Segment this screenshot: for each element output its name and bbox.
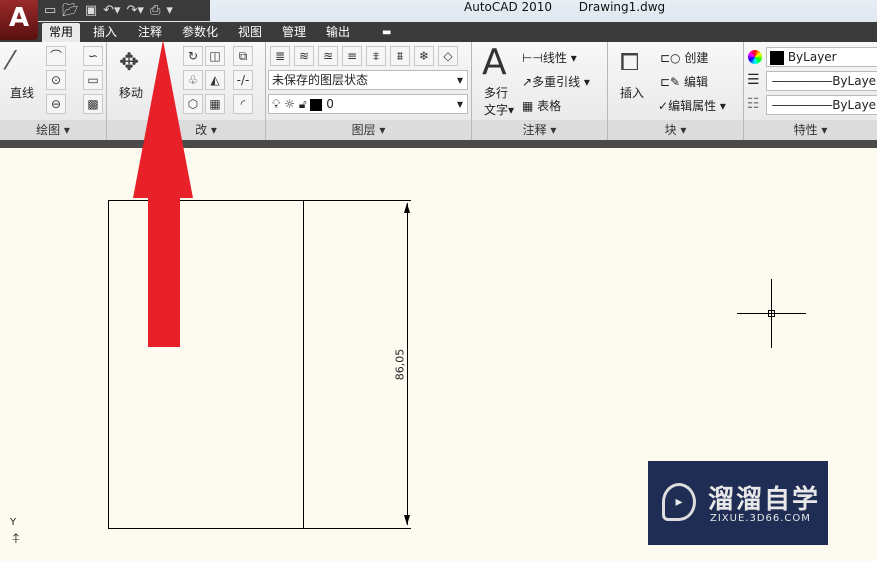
panel-properties: ByLayer ☰ ―――――ByLayer ☷ ―――――ByLayer 特性… bbox=[744, 42, 877, 140]
edit-block-button[interactable]: ⊏✎ 编辑 bbox=[660, 73, 708, 90]
dimension-line[interactable] bbox=[407, 203, 408, 525]
circle-icon[interactable]: ⊙ bbox=[46, 70, 66, 90]
line-button[interactable]: 直线 bbox=[10, 84, 34, 101]
layer-isolate-icon[interactable]: ⩨ bbox=[366, 46, 386, 66]
insert-block-icon[interactable]: ⧠ bbox=[620, 48, 639, 76]
multileader-button[interactable]: ↗多重引线 ▾ bbox=[522, 73, 590, 90]
break-icon[interactable]: -/- bbox=[233, 70, 253, 90]
ucs-icon: ⍏ bbox=[12, 531, 21, 547]
layer-properties-icon[interactable]: ≣ bbox=[270, 46, 290, 66]
panel-block: ⧠ 插入 ⊏○ 创建 ⊏✎ 编辑 ✓编辑属性 ▾ 块 ▾ bbox=[608, 42, 744, 140]
color-wheel-icon bbox=[748, 50, 762, 64]
layer-make-current-icon[interactable]: ≋ bbox=[294, 46, 314, 66]
print-icon[interactable]: ⎙ bbox=[150, 3, 160, 18]
trim-icon[interactable]: ◫ bbox=[205, 46, 225, 66]
mtext-button[interactable]: 多行 文字▾ bbox=[484, 84, 514, 118]
play-icon: ▸ bbox=[662, 483, 696, 521]
dimension-text[interactable]: 86,05 bbox=[394, 343, 407, 387]
mtext-icon[interactable]: A bbox=[482, 42, 507, 83]
tab-view[interactable]: 视图 bbox=[231, 23, 269, 42]
mirror-icon[interactable]: ◭ bbox=[205, 70, 225, 90]
tab-home[interactable]: 常用 bbox=[42, 23, 81, 42]
lock-icon: 🔓︎ bbox=[298, 97, 307, 111]
arc-icon[interactable]: ⌒ bbox=[46, 46, 66, 66]
ellipse-icon[interactable]: ⊖ bbox=[46, 94, 66, 114]
color-dropdown[interactable]: ByLayer bbox=[766, 47, 877, 67]
watermark-logo: ▸ 溜溜自学 ZIXUE.3D66.COM bbox=[648, 461, 828, 545]
fillet-icon[interactable]: ◜ bbox=[233, 94, 253, 114]
copy-icon[interactable]: ⧉ bbox=[233, 46, 253, 66]
panel-layers: ≣ ≋ ≊ ≡ ⩨ ⩩ ❄ ◇ 未保存的图层状态 ▾ 💡︎ ☼ 🔓︎ 0 ▾ 图层 … bbox=[266, 42, 472, 140]
bulb-icon: 💡︎ bbox=[272, 97, 281, 111]
panel-label-annotation[interactable]: 注释 ▾ bbox=[472, 120, 607, 140]
tab-manage[interactable]: 管理 bbox=[275, 23, 313, 42]
application-menu-button[interactable]: A bbox=[0, 0, 38, 40]
dimension-arrow-bottom bbox=[404, 515, 410, 525]
panel-label-properties[interactable]: 特性 ▾ bbox=[744, 120, 877, 140]
panel-label-layers[interactable]: 图层 ▾ bbox=[266, 120, 471, 140]
save-icon[interactable]: ▣ bbox=[85, 3, 97, 18]
tab-insert[interactable]: 插入 bbox=[86, 23, 124, 42]
edit-attributes-button[interactable]: ✓编辑属性 ▾ bbox=[658, 97, 726, 114]
extension-line-bottom bbox=[303, 528, 411, 529]
layer-color-swatch bbox=[310, 98, 323, 111]
array-icon[interactable]: ▦ bbox=[205, 94, 225, 114]
panel-draw: ⁄ 直线 ⌒ ⊙ ⊖ ∽ ▭ ▩ 绘图 ▾ bbox=[0, 42, 107, 140]
pickbox bbox=[768, 310, 775, 317]
ucs-y-label: Y bbox=[10, 517, 17, 528]
layer-previous-icon[interactable]: ≡ bbox=[342, 46, 362, 66]
layer-dropdown[interactable]: 💡︎ ☼ 🔓︎ 0 ▾ bbox=[268, 94, 468, 114]
table-button[interactable]: ▦ 表格 bbox=[522, 97, 561, 114]
layer-unisolate-icon[interactable]: ⩩ bbox=[390, 46, 410, 66]
tab-output[interactable]: 输出 bbox=[319, 23, 357, 42]
open-icon[interactable]: 📂︎ bbox=[62, 3, 79, 18]
line-icon[interactable]: ⁄ bbox=[8, 46, 12, 76]
linetype-dropdown[interactable]: ―――――ByLayer bbox=[766, 95, 877, 115]
ribbon-minimize-icon[interactable]: ▬ bbox=[375, 23, 398, 42]
quick-access-toolbar: ▭ 📂︎ ▣ ↶▾ ↷▾ ⎙ ▾ bbox=[38, 0, 210, 21]
rectangle-icon[interactable]: ▭ bbox=[83, 70, 103, 90]
layer-state-dropdown[interactable]: 未保存的图层状态 ▾ bbox=[268, 70, 468, 90]
redo-icon[interactable]: ↷▾ bbox=[127, 3, 144, 18]
lineweight-icon: ☰ bbox=[747, 72, 760, 88]
red-arrow-annotation bbox=[133, 40, 193, 347]
sun-icon: ☼ bbox=[284, 97, 295, 111]
panel-label-block[interactable]: 块 ▾ bbox=[608, 120, 743, 140]
lineweight-dropdown[interactable]: ―――――ByLayer bbox=[766, 71, 877, 91]
dropdown-icon[interactable]: ▾ bbox=[166, 3, 173, 18]
undo-icon[interactable]: ↶▾ bbox=[103, 3, 120, 18]
insert-button[interactable]: 插入 bbox=[620, 84, 644, 101]
dimension-arrow-top bbox=[404, 203, 410, 213]
linear-dim-button[interactable]: ⊢⊣线性 ▾ bbox=[522, 49, 577, 66]
linetype-icon: ☷ bbox=[747, 96, 760, 112]
create-block-button[interactable]: ⊏○ 创建 bbox=[660, 49, 708, 66]
panel-annotation: A 多行 文字▾ ⊢⊣线性 ▾ ↗多重引线 ▾ ▦ 表格 注释 ▾ bbox=[472, 42, 608, 140]
layer-match-icon[interactable]: ≊ bbox=[318, 46, 338, 66]
extension-line-top bbox=[303, 200, 411, 201]
layer-off-icon[interactable]: ◇ bbox=[438, 46, 458, 66]
hatch-icon[interactable]: ▩ bbox=[83, 94, 103, 114]
panel-label-draw[interactable]: 绘图 ▾ bbox=[0, 120, 106, 140]
layer-freeze-icon[interactable]: ❄ bbox=[414, 46, 434, 66]
window-title: AutoCAD 2010 Drawing1.dwg bbox=[464, 0, 666, 14]
polyline-icon[interactable]: ∽ bbox=[83, 46, 103, 66]
new-file-icon[interactable]: ▭ bbox=[44, 3, 56, 18]
